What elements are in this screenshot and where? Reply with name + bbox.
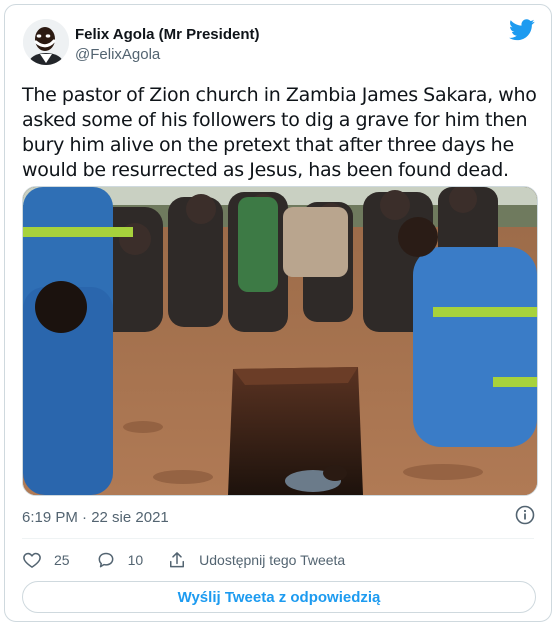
author-handle[interactable]: @FelixAgola bbox=[75, 46, 160, 63]
share-upload-icon bbox=[170, 552, 185, 568]
like-button[interactable]: 25 bbox=[22, 550, 70, 570]
tweet-actions: 25 10 Udostępnij tego Tweeta bbox=[22, 547, 345, 573]
info-circle-icon[interactable] bbox=[515, 505, 535, 525]
tweet-card: Felix Agola (Mr President) @FelixAgola T… bbox=[4, 4, 552, 622]
reply-count: 10 bbox=[127, 552, 144, 568]
tweet-timestamp[interactable]: 6:19 PM · 22 sie 2021 bbox=[22, 509, 169, 526]
speech-bubble-icon bbox=[98, 552, 113, 568]
like-count: 25 bbox=[54, 552, 70, 568]
tweet-text: The pastor of Zion church in Zambia Jame… bbox=[22, 84, 537, 181]
heart-outline-icon bbox=[23, 552, 41, 568]
divider bbox=[22, 538, 534, 539]
share-label: Udostępnij tego Tweeta bbox=[199, 552, 346, 568]
send-reply-button[interactable]: Wyślij Tweeta z odpowiedzią bbox=[22, 581, 536, 613]
twitter-bird-icon[interactable] bbox=[509, 19, 535, 41]
avatar-illustration bbox=[23, 19, 69, 65]
author-name[interactable]: Felix Agola (Mr President) bbox=[75, 26, 259, 43]
reply-button[interactable]: 10 bbox=[96, 550, 144, 570]
author-avatar[interactable] bbox=[23, 19, 69, 65]
tweet-photo[interactable] bbox=[22, 186, 538, 496]
share-button[interactable]: Udostępnij tego Tweeta bbox=[167, 550, 345, 570]
grave-photo-illustration bbox=[23, 187, 537, 495]
